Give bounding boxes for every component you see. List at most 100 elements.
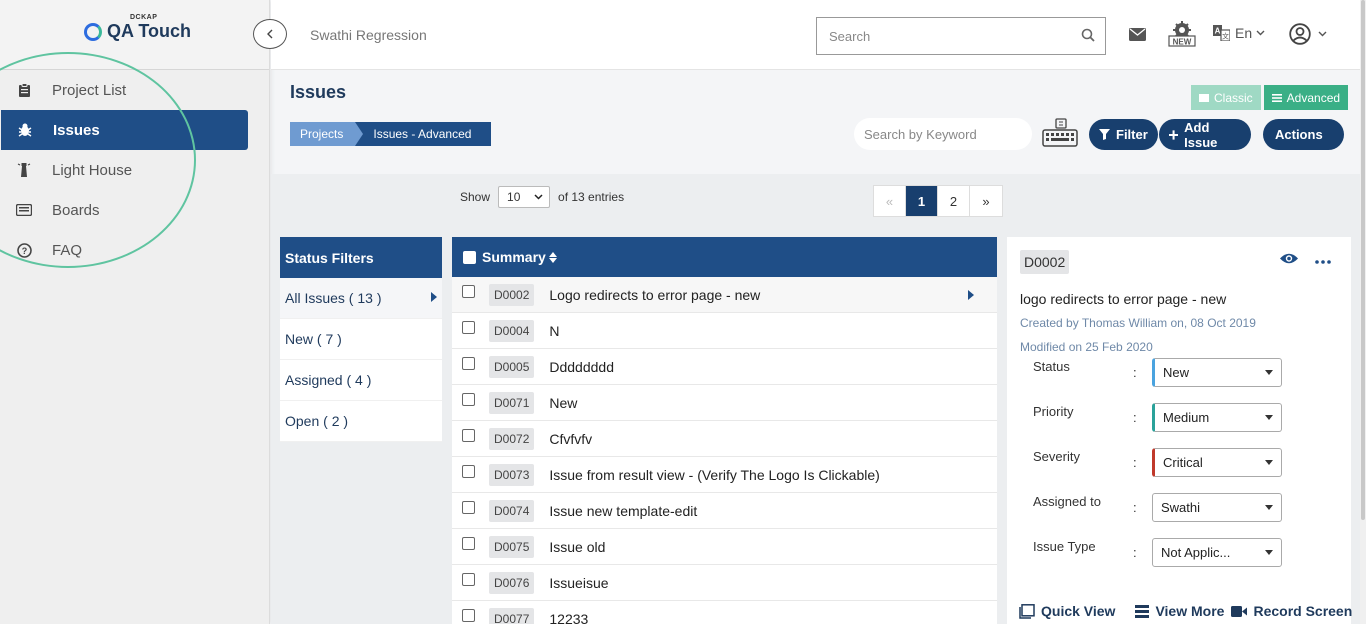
- mail-icon[interactable]: [1129, 28, 1146, 44]
- issue-id-badge[interactable]: D0075: [489, 535, 535, 558]
- project-name[interactable]: Swathi Regression: [310, 27, 427, 43]
- classic-view-button[interactable]: Classic: [1191, 85, 1261, 110]
- field-value: Not Applic...: [1161, 545, 1231, 560]
- pagination-next[interactable]: »: [970, 186, 1002, 216]
- table-row[interactable]: D0074 Issue new template-edit: [452, 493, 997, 529]
- row-checkbox[interactable]: [462, 285, 475, 298]
- row-checkbox[interactable]: [462, 393, 475, 406]
- table-row[interactable]: D0073 Issue from result view - (Verify Th…: [452, 457, 997, 493]
- row-checkbox[interactable]: [462, 429, 475, 442]
- advanced-view-button[interactable]: Advanced: [1263, 85, 1349, 110]
- issue-id-badge[interactable]: D0071: [489, 391, 535, 414]
- sidebar-item-issues[interactable]: Issues: [1, 110, 248, 150]
- summary-column-header[interactable]: Summary: [482, 249, 546, 265]
- filter-assigned[interactable]: Assigned ( 4 ): [280, 360, 442, 401]
- table-row[interactable]: D0071 New: [452, 385, 997, 421]
- filter-button[interactable]: Filter: [1089, 119, 1158, 150]
- sidebar-item-light-house[interactable]: Light House: [0, 150, 270, 190]
- main-content: Issues Classic Advanced Projects Issues …: [271, 71, 1360, 624]
- logo-mark-icon: [84, 22, 102, 41]
- table-row[interactable]: D0005 Dddddddd: [452, 349, 997, 385]
- issue-id-badge[interactable]: D0002: [489, 283, 535, 306]
- keyword-search-input[interactable]: [864, 126, 1024, 142]
- pagination-prev[interactable]: «: [874, 186, 906, 216]
- quick-view-label: Quick View: [1041, 603, 1116, 619]
- sidebar-item-boards[interactable]: Boards: [0, 190, 270, 230]
- app-logo[interactable]: DCKAP QA Touch: [84, 14, 191, 41]
- table-row[interactable]: D0076 Issueisue: [452, 565, 997, 601]
- field-status: Status : New: [1033, 358, 1333, 387]
- issue-id-badge[interactable]: D0076: [489, 571, 535, 594]
- more-options-icon[interactable]: [1315, 251, 1331, 269]
- issue-summary[interactable]: Issue new template-edit: [549, 503, 697, 519]
- whats-new-icon[interactable]: NEW: [1168, 21, 1196, 50]
- table-row[interactable]: D0072 Cfvfvfv: [452, 421, 997, 457]
- pagination-page-1[interactable]: 1: [906, 186, 938, 216]
- svg-text:文: 文: [1222, 32, 1229, 41]
- detail-created: Created by Thomas William on, 08 Oct 201…: [1020, 316, 1256, 330]
- issue-summary[interactable]: 12233: [549, 611, 588, 624]
- field-assigned-to: Assigned to : Swathi: [1033, 493, 1333, 522]
- row-checkbox[interactable]: [462, 609, 475, 622]
- sidebar-item-faq[interactable]: ? FAQ: [0, 230, 270, 270]
- search-icon[interactable]: [1081, 28, 1095, 45]
- sidebar-item-label: Light House: [52, 161, 133, 179]
- issue-summary[interactable]: N: [549, 323, 559, 339]
- row-checkbox[interactable]: [462, 357, 475, 370]
- issue-summary[interactable]: Logo redirects to error page - new: [549, 287, 760, 303]
- issue-summary[interactable]: Cfvfvfv: [549, 431, 592, 447]
- page-size-select[interactable]: 10: [498, 186, 551, 208]
- filter-open[interactable]: Open ( 2 ): [280, 401, 442, 442]
- field-label: Issue Type: [1033, 539, 1096, 554]
- table-row[interactable]: D0075 Issue old: [452, 529, 997, 565]
- global-search-input[interactable]: [829, 28, 1081, 44]
- severity-select[interactable]: Critical: [1152, 448, 1282, 477]
- row-checkbox[interactable]: [462, 321, 475, 334]
- page-scrollbar[interactable]: [1360, 0, 1366, 624]
- issue-id-badge[interactable]: D0077: [489, 607, 535, 624]
- table-row[interactable]: D0004 N: [452, 313, 997, 349]
- issue-id-badge[interactable]: D0005: [489, 355, 535, 378]
- filter-new[interactable]: New ( 7 ): [280, 319, 442, 360]
- row-checkbox[interactable]: [462, 465, 475, 478]
- priority-select[interactable]: Medium: [1152, 403, 1282, 432]
- sidebar-collapse-button[interactable]: [253, 19, 287, 49]
- status-select[interactable]: New: [1152, 358, 1282, 387]
- table-row[interactable]: D0002 Logo redirects to error page - new: [452, 277, 997, 313]
- filter-label: New ( 7 ): [285, 331, 342, 347]
- issue-id-badge[interactable]: D0072: [489, 427, 535, 450]
- issues-table: Summary D0002 Logo redirects to error pag…: [452, 237, 997, 624]
- sort-icon[interactable]: [548, 251, 557, 263]
- filter-all-issues[interactable]: All Issues ( 13 ): [280, 278, 442, 319]
- pagination-page-2[interactable]: 2: [938, 186, 970, 216]
- row-checkbox[interactable]: [462, 537, 475, 550]
- row-checkbox[interactable]: [462, 501, 475, 514]
- row-checkbox[interactable]: [462, 573, 475, 586]
- eye-icon[interactable]: [1279, 252, 1299, 268]
- issue-summary[interactable]: Dddddddd: [549, 359, 614, 375]
- assignee-select[interactable]: Swathi: [1152, 493, 1282, 522]
- record-screen-button[interactable]: Record Screen: [1231, 603, 1352, 619]
- issue-id-badge[interactable]: D0073: [489, 463, 535, 486]
- view-more-button[interactable]: View More: [1135, 603, 1224, 619]
- issue-summary[interactable]: New: [549, 395, 577, 411]
- breadcrumb-projects[interactable]: Projects: [290, 122, 364, 146]
- select-all-checkbox[interactable]: [463, 250, 476, 264]
- keyboard-shortcuts-icon[interactable]: [1042, 118, 1078, 151]
- table-row[interactable]: D0077 12233: [452, 601, 997, 624]
- issue-summary[interactable]: Issueisue: [549, 575, 608, 591]
- issue-summary[interactable]: Issue from result view - (Verify The Log…: [549, 467, 879, 483]
- svg-text:A: A: [1215, 27, 1221, 36]
- field-colon: :: [1133, 500, 1137, 515]
- issue-id-badge[interactable]: D0004: [489, 319, 535, 342]
- add-issue-button[interactable]: Add Issue: [1159, 119, 1251, 150]
- quick-view-button[interactable]: Quick View: [1019, 603, 1115, 619]
- sidebar-item-project-list[interactable]: Project List: [0, 70, 270, 110]
- scrollbar-thumb[interactable]: [1361, 0, 1365, 520]
- issue-id-badge[interactable]: D0074: [489, 499, 535, 522]
- user-menu[interactable]: [1289, 23, 1327, 45]
- actions-button[interactable]: Actions: [1263, 119, 1344, 150]
- issue-type-select[interactable]: Not Applic...: [1152, 538, 1282, 567]
- language-selector[interactable]: A文 En: [1213, 25, 1265, 41]
- issue-summary[interactable]: Issue old: [549, 539, 605, 555]
